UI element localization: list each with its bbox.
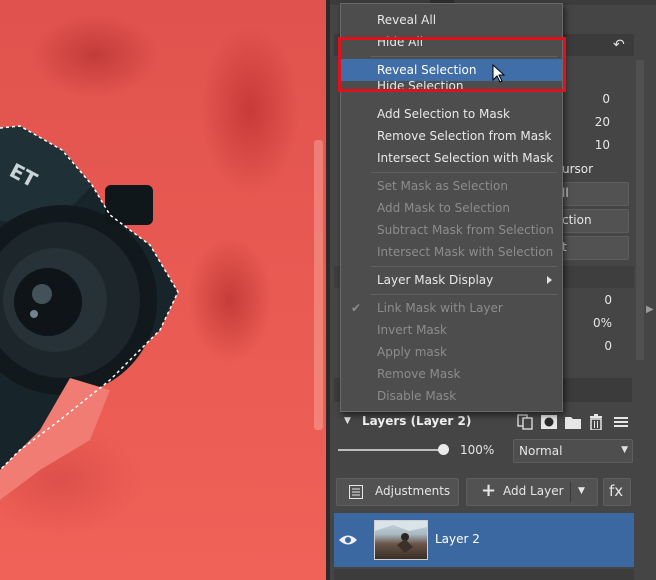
opacity-slider[interactable] (338, 442, 449, 458)
adjustments-icon (349, 485, 363, 499)
camera-photo: ET (0, 125, 179, 500)
menu-item-add-mask-to-selection[interactable]: Add Mask to Selection (341, 197, 562, 219)
trash-icon[interactable] (588, 414, 604, 430)
menu-item-invert-mask[interactable]: Invert Mask (341, 319, 562, 341)
fx-button[interactable]: fx (603, 478, 631, 506)
collapse-arrow-icon[interactable]: ▶ (646, 304, 654, 315)
value-6[interactable]: 0 (582, 339, 612, 353)
value-5[interactable]: 0% (582, 316, 612, 330)
layer-name: Layer 2 (435, 532, 480, 546)
add-layer-button[interactable]: + Add Layer ▼ (466, 478, 598, 506)
menu-item-add-selection-to-mask[interactable]: Add Selection to Mask (341, 103, 562, 125)
menu-item-intersect-mask-with-selection[interactable]: Intersect Mask with Selection (341, 241, 562, 263)
panel-scrollbar[interactable] (636, 60, 644, 360)
annotation-highlight-box (338, 37, 566, 92)
layer-thumbnail (374, 520, 428, 560)
value-4[interactable]: 0 (582, 293, 612, 307)
menu-item-subtract-mask-from-selection[interactable]: Subtract Mask from Selection (341, 219, 562, 241)
menu-item-link-mask-with-layer[interactable]: ✔ Link Mask with Layer (341, 297, 562, 319)
reveal-all-button[interactable]: ll (561, 182, 629, 206)
menu-item-disable-mask[interactable]: Disable Mask (341, 385, 562, 407)
third-button[interactable]: t (561, 236, 629, 260)
cursor-label: ursor (562, 162, 594, 176)
value-2[interactable]: 20 (580, 115, 610, 129)
selection-button[interactable]: ction (561, 209, 629, 233)
opacity-value[interactable]: 100% (460, 443, 494, 457)
canvas-scrollbar[interactable] (314, 140, 323, 430)
chevron-down-icon[interactable]: ▼ (578, 486, 585, 496)
menu-icon[interactable] (613, 414, 629, 430)
layer-row-next[interactable] (334, 569, 634, 580)
checkmark-icon: ✔ (351, 301, 362, 315)
layers-collapse-icon[interactable]: ▼ (344, 416, 351, 426)
undo-icon[interactable]: ↶ (613, 37, 625, 53)
plus-icon: + (481, 480, 497, 501)
menu-item-remove-mask[interactable]: Remove Mask (341, 363, 562, 385)
menu-item-set-mask-as-selection[interactable]: Set Mask as Selection (341, 175, 562, 197)
submenu-arrow-icon (547, 276, 552, 284)
image-canvas[interactable]: ET (0, 0, 330, 580)
value-3[interactable]: 10 (580, 138, 610, 152)
opacity-slider-handle[interactable] (438, 444, 449, 455)
chevron-down-icon: ▼ (621, 445, 628, 455)
menu-item-intersect-selection-with-mask[interactable]: Intersect Selection with Mask (341, 147, 562, 169)
menu-item-remove-selection-from-mask[interactable]: Remove Selection from Mask (341, 125, 562, 147)
duplicate-layer-icon[interactable] (517, 414, 533, 430)
layers-title: Layers (Layer 2) (362, 414, 472, 428)
adjustments-button[interactable]: Adjustments (336, 478, 459, 506)
mask-icon[interactable] (540, 414, 558, 430)
blend-mode-select[interactable]: Normal ▼ (513, 439, 633, 463)
thumbnail-figure (375, 521, 427, 553)
folder-icon[interactable] (564, 414, 582, 430)
menu-item-apply-mask[interactable]: Apply mask (341, 341, 562, 363)
layer-row[interactable]: Layer 2 (334, 513, 634, 567)
value-1[interactable]: 0 (580, 92, 610, 106)
visibility-eye-icon[interactable] (338, 533, 358, 547)
menu-item-reveal-all[interactable]: Reveal All (341, 9, 562, 31)
menu-item-layer-mask-display[interactable]: Layer Mask Display (341, 269, 562, 291)
mouse-cursor-icon (492, 64, 506, 83)
